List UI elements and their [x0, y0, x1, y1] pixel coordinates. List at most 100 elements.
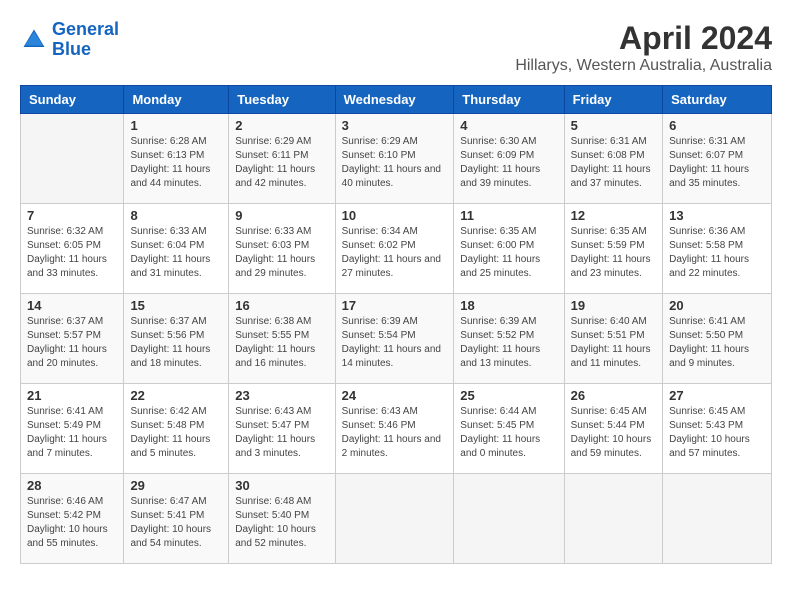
day-detail: Sunrise: 6:28 AMSunset: 6:13 PMDaylight:…	[130, 135, 222, 191]
day-detail: Sunrise: 6:37 AMSunset: 5:57 PMDaylight:…	[27, 315, 117, 371]
calendar-cell: 21 Sunrise: 6:41 AMSunset: 5:49 PMDaylig…	[21, 384, 124, 474]
day-detail: Sunrise: 6:31 AMSunset: 6:08 PMDaylight:…	[571, 135, 657, 191]
calendar-table: SundayMondayTuesdayWednesdayThursdayFrid…	[20, 85, 772, 564]
calendar-cell: 18 Sunrise: 6:39 AMSunset: 5:52 PMDaylig…	[454, 294, 564, 384]
weekday-header: Sunday	[21, 86, 124, 114]
day-number: 30	[235, 478, 328, 493]
day-detail: Sunrise: 6:39 AMSunset: 5:52 PMDaylight:…	[460, 315, 557, 371]
calendar-cell: 16 Sunrise: 6:38 AMSunset: 5:55 PMDaylig…	[229, 294, 335, 384]
calendar-cell: 23 Sunrise: 6:43 AMSunset: 5:47 PMDaylig…	[229, 384, 335, 474]
calendar-cell: 30 Sunrise: 6:48 AMSunset: 5:40 PMDaylig…	[229, 474, 335, 564]
calendar-cell: 15 Sunrise: 6:37 AMSunset: 5:56 PMDaylig…	[124, 294, 229, 384]
day-number: 8	[130, 208, 222, 223]
day-detail: Sunrise: 6:35 AMSunset: 5:59 PMDaylight:…	[571, 225, 657, 281]
day-number: 9	[235, 208, 328, 223]
day-detail: Sunrise: 6:41 AMSunset: 5:49 PMDaylight:…	[27, 405, 117, 461]
weekday-header: Saturday	[663, 86, 772, 114]
day-number: 28	[27, 478, 117, 493]
day-detail: Sunrise: 6:35 AMSunset: 6:00 PMDaylight:…	[460, 225, 557, 281]
day-number: 15	[130, 298, 222, 313]
day-detail: Sunrise: 6:30 AMSunset: 6:09 PMDaylight:…	[460, 135, 557, 191]
calendar-week-row: 28 Sunrise: 6:46 AMSunset: 5:42 PMDaylig…	[21, 474, 772, 564]
day-detail: Sunrise: 6:43 AMSunset: 5:46 PMDaylight:…	[342, 405, 448, 461]
calendar-cell: 28 Sunrise: 6:46 AMSunset: 5:42 PMDaylig…	[21, 474, 124, 564]
calendar-cell: 8 Sunrise: 6:33 AMSunset: 6:04 PMDayligh…	[124, 204, 229, 294]
day-number: 1	[130, 118, 222, 133]
day-number: 5	[571, 118, 657, 133]
calendar-cell: 17 Sunrise: 6:39 AMSunset: 5:54 PMDaylig…	[335, 294, 454, 384]
day-number: 11	[460, 208, 557, 223]
day-detail: Sunrise: 6:44 AMSunset: 5:45 PMDaylight:…	[460, 405, 557, 461]
logo-text: General Blue	[52, 20, 119, 60]
day-detail: Sunrise: 6:40 AMSunset: 5:51 PMDaylight:…	[571, 315, 657, 371]
title-block: April 2024 Hillarys, Western Australia, …	[515, 20, 772, 75]
weekday-header: Wednesday	[335, 86, 454, 114]
calendar-cell: 24 Sunrise: 6:43 AMSunset: 5:46 PMDaylig…	[335, 384, 454, 474]
calendar-cell: 5 Sunrise: 6:31 AMSunset: 6:08 PMDayligh…	[564, 114, 663, 204]
day-number: 20	[669, 298, 765, 313]
day-detail: Sunrise: 6:31 AMSunset: 6:07 PMDaylight:…	[669, 135, 765, 191]
logo-line1: General	[52, 19, 119, 39]
day-number: 16	[235, 298, 328, 313]
calendar-cell: 14 Sunrise: 6:37 AMSunset: 5:57 PMDaylig…	[21, 294, 124, 384]
day-number: 2	[235, 118, 328, 133]
weekday-header: Tuesday	[229, 86, 335, 114]
day-number: 3	[342, 118, 448, 133]
day-number: 26	[571, 388, 657, 403]
day-detail: Sunrise: 6:29 AMSunset: 6:10 PMDaylight:…	[342, 135, 448, 191]
day-detail: Sunrise: 6:48 AMSunset: 5:40 PMDaylight:…	[235, 495, 328, 551]
day-detail: Sunrise: 6:33 AMSunset: 6:04 PMDaylight:…	[130, 225, 222, 281]
weekday-header: Friday	[564, 86, 663, 114]
day-number: 18	[460, 298, 557, 313]
location-subtitle: Hillarys, Western Australia, Australia	[515, 57, 772, 75]
day-number: 23	[235, 388, 328, 403]
calendar-cell: 19 Sunrise: 6:40 AMSunset: 5:51 PMDaylig…	[564, 294, 663, 384]
calendar-cell: 1 Sunrise: 6:28 AMSunset: 6:13 PMDayligh…	[124, 114, 229, 204]
day-number: 17	[342, 298, 448, 313]
calendar-week-row: 21 Sunrise: 6:41 AMSunset: 5:49 PMDaylig…	[21, 384, 772, 474]
calendar-cell: 10 Sunrise: 6:34 AMSunset: 6:02 PMDaylig…	[335, 204, 454, 294]
calendar-cell: 12 Sunrise: 6:35 AMSunset: 5:59 PMDaylig…	[564, 204, 663, 294]
weekday-header: Thursday	[454, 86, 564, 114]
calendar-cell	[454, 474, 564, 564]
calendar-cell: 27 Sunrise: 6:45 AMSunset: 5:43 PMDaylig…	[663, 384, 772, 474]
day-number: 4	[460, 118, 557, 133]
day-number: 29	[130, 478, 222, 493]
calendar-cell: 22 Sunrise: 6:42 AMSunset: 5:48 PMDaylig…	[124, 384, 229, 474]
calendar-cell: 9 Sunrise: 6:33 AMSunset: 6:03 PMDayligh…	[229, 204, 335, 294]
calendar-cell	[21, 114, 124, 204]
calendar-cell: 4 Sunrise: 6:30 AMSunset: 6:09 PMDayligh…	[454, 114, 564, 204]
calendar-cell: 11 Sunrise: 6:35 AMSunset: 6:00 PMDaylig…	[454, 204, 564, 294]
calendar-cell: 26 Sunrise: 6:45 AMSunset: 5:44 PMDaylig…	[564, 384, 663, 474]
day-number: 25	[460, 388, 557, 403]
day-number: 24	[342, 388, 448, 403]
calendar-week-row: 14 Sunrise: 6:37 AMSunset: 5:57 PMDaylig…	[21, 294, 772, 384]
page-header: General Blue April 2024 Hillarys, Wester…	[20, 20, 772, 75]
day-detail: Sunrise: 6:42 AMSunset: 5:48 PMDaylight:…	[130, 405, 222, 461]
day-detail: Sunrise: 6:45 AMSunset: 5:44 PMDaylight:…	[571, 405, 657, 461]
day-detail: Sunrise: 6:29 AMSunset: 6:11 PMDaylight:…	[235, 135, 328, 191]
calendar-cell: 29 Sunrise: 6:47 AMSunset: 5:41 PMDaylig…	[124, 474, 229, 564]
calendar-cell: 7 Sunrise: 6:32 AMSunset: 6:05 PMDayligh…	[21, 204, 124, 294]
day-number: 7	[27, 208, 117, 223]
calendar-cell: 3 Sunrise: 6:29 AMSunset: 6:10 PMDayligh…	[335, 114, 454, 204]
day-detail: Sunrise: 6:43 AMSunset: 5:47 PMDaylight:…	[235, 405, 328, 461]
calendar-cell: 20 Sunrise: 6:41 AMSunset: 5:50 PMDaylig…	[663, 294, 772, 384]
calendar-cell	[564, 474, 663, 564]
day-detail: Sunrise: 6:36 AMSunset: 5:58 PMDaylight:…	[669, 225, 765, 281]
calendar-cell: 2 Sunrise: 6:29 AMSunset: 6:11 PMDayligh…	[229, 114, 335, 204]
day-detail: Sunrise: 6:41 AMSunset: 5:50 PMDaylight:…	[669, 315, 765, 371]
day-number: 13	[669, 208, 765, 223]
calendar-cell	[663, 474, 772, 564]
day-detail: Sunrise: 6:33 AMSunset: 6:03 PMDaylight:…	[235, 225, 328, 281]
day-number: 21	[27, 388, 117, 403]
day-number: 14	[27, 298, 117, 313]
day-number: 10	[342, 208, 448, 223]
day-detail: Sunrise: 6:37 AMSunset: 5:56 PMDaylight:…	[130, 315, 222, 371]
calendar-cell: 13 Sunrise: 6:36 AMSunset: 5:58 PMDaylig…	[663, 204, 772, 294]
calendar-cell: 6 Sunrise: 6:31 AMSunset: 6:07 PMDayligh…	[663, 114, 772, 204]
calendar-week-row: 1 Sunrise: 6:28 AMSunset: 6:13 PMDayligh…	[21, 114, 772, 204]
day-number: 19	[571, 298, 657, 313]
day-detail: Sunrise: 6:32 AMSunset: 6:05 PMDaylight:…	[27, 225, 117, 281]
day-number: 22	[130, 388, 222, 403]
